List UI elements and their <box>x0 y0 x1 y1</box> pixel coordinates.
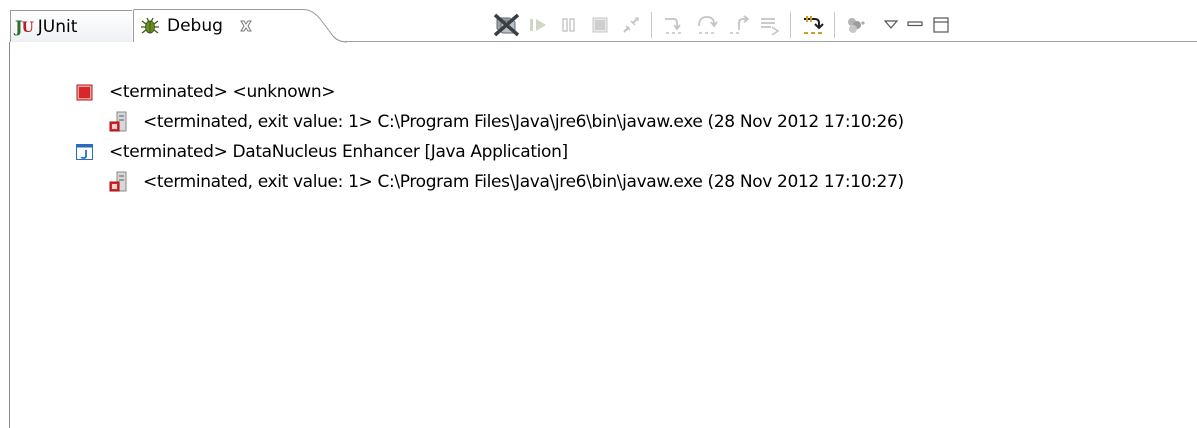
disconnect-icon <box>623 17 639 33</box>
terminate-icon <box>592 17 608 33</box>
tab-junit[interactable]: JU JUnit <box>10 10 132 42</box>
view-tab-bar: JU JUnit Debug <box>0 0 1197 44</box>
tree-row-label: <terminated, exit value: 1> C:\Program F… <box>143 172 904 192</box>
threads-button[interactable] <box>842 12 870 38</box>
threads-icon <box>848 18 865 33</box>
step-return-icon <box>730 15 750 34</box>
view-left-border <box>9 42 10 428</box>
step-return-button[interactable] <box>725 12 753 38</box>
close-icon[interactable] <box>239 19 253 33</box>
use-step-filters-icon <box>804 16 824 34</box>
bug-icon <box>141 17 159 34</box>
maximize-button[interactable] <box>927 12 955 38</box>
minimize-icon <box>907 21 923 27</box>
drop-to-frame-icon <box>761 18 780 36</box>
step-over-icon <box>698 16 718 34</box>
resume-button[interactable] <box>524 12 552 38</box>
tree-row-label: <terminated> <unknown> <box>109 82 336 102</box>
drop-to-frame-button[interactable] <box>756 12 784 38</box>
terminated-process-icon <box>109 111 127 132</box>
view-menu-icon <box>883 20 899 29</box>
tab-junit-label: JUnit <box>37 16 78 37</box>
use-step-filters-button[interactable] <box>800 12 828 38</box>
remove-all-terminated-icon <box>494 13 520 37</box>
step-into-icon <box>665 18 681 34</box>
tree-row-label: <terminated> DataNucleus Enhancer [Java … <box>109 142 568 162</box>
junit-icon: JU <box>15 17 34 36</box>
toolbar-separator <box>790 12 791 38</box>
terminated-launch-icon <box>76 84 93 101</box>
tree-row-process[interactable]: <terminated, exit value: 1> C:\Program F… <box>109 107 904 137</box>
remove-all-terminated-button[interactable] <box>493 12 521 38</box>
tab-debug[interactable]: Debug <box>133 10 347 42</box>
disconnect-button[interactable] <box>617 12 645 38</box>
step-into-button[interactable] <box>660 12 688 38</box>
suspend-icon <box>562 18 575 32</box>
toolbar-separator <box>651 12 652 38</box>
tab-bar-baseline <box>345 41 1197 42</box>
tree-row-label: <terminated, exit value: 1> C:\Program F… <box>143 112 904 132</box>
terminated-process-icon <box>109 171 127 192</box>
debug-view: JU JUnit Debug <terminated> <unknown> <t… <box>0 0 1197 428</box>
maximize-icon <box>933 17 949 33</box>
toolbar-separator <box>834 12 835 38</box>
tree-row-launch-datanucleus[interactable]: <terminated> DataNucleus Enhancer [Java … <box>75 137 568 167</box>
step-over-button[interactable] <box>693 12 721 38</box>
java-application-icon <box>76 144 93 160</box>
terminate-button[interactable] <box>586 12 614 38</box>
tree-row-launch-unknown[interactable]: <terminated> <unknown> <box>75 77 335 107</box>
minimize-button[interactable] <box>901 12 929 38</box>
resume-icon <box>530 19 546 31</box>
tab-debug-label: Debug <box>167 16 223 36</box>
suspend-button[interactable] <box>555 12 583 38</box>
tree-row-process[interactable]: <terminated, exit value: 1> C:\Program F… <box>109 167 904 197</box>
